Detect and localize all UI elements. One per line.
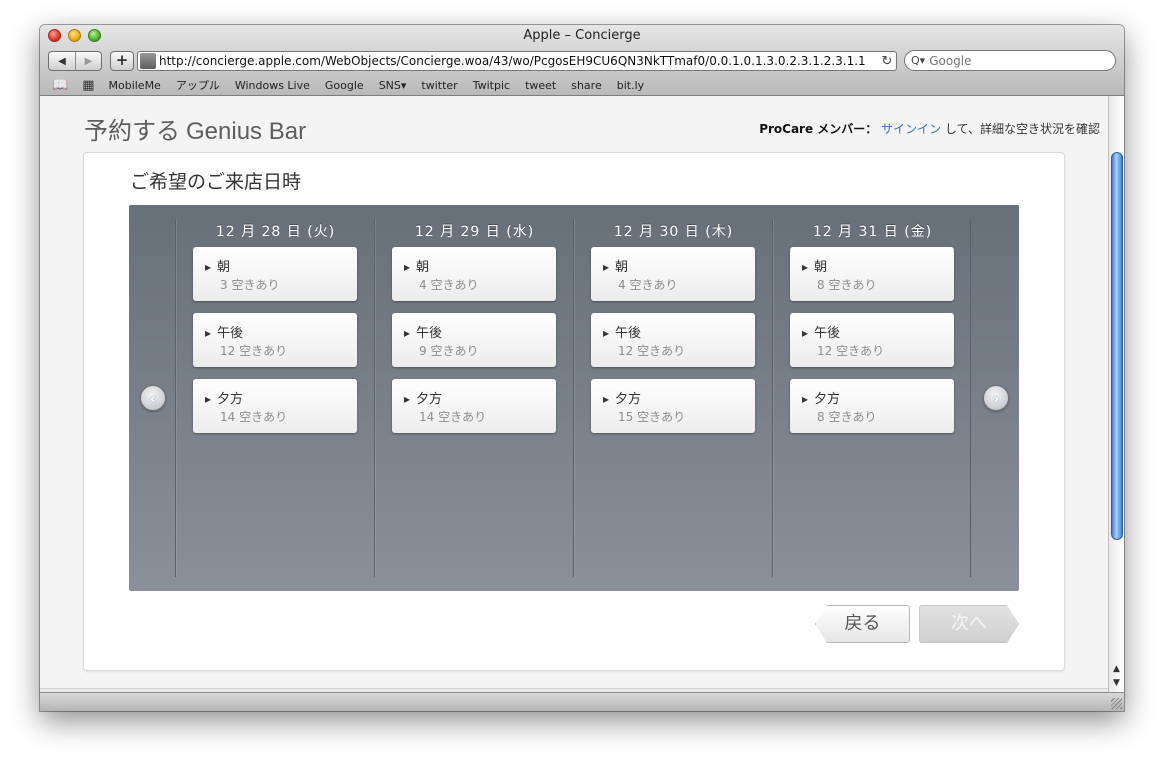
forward-button[interactable]: ▶ bbox=[75, 52, 101, 70]
status-bar bbox=[40, 692, 1124, 711]
bookmark-twitter[interactable]: twitter bbox=[421, 79, 457, 92]
browser-window: Apple – Concierge ◀ ▶ + http://concierge… bbox=[40, 25, 1124, 711]
book-icon[interactable]: 📖 bbox=[52, 78, 68, 93]
search-input[interactable] bbox=[929, 53, 1100, 68]
reservation-card: ご希望のご来店日時 ‹ 12 月 28 日 (火) 朝 3 空きあり 午後 12… bbox=[83, 152, 1065, 671]
time-slot-button[interactable]: 朝 3 空きあり bbox=[193, 247, 357, 301]
day-date: 12 月 29 日 (水) bbox=[414, 224, 535, 240]
slot-availability: 15 空きあり bbox=[618, 410, 686, 424]
bookmark-twitpic[interactable]: Twitpic bbox=[473, 79, 510, 92]
time-slot-button[interactable]: 朝 4 空きあり bbox=[591, 247, 755, 301]
time-slot-button[interactable]: 夕方 8 空きあり bbox=[790, 379, 954, 433]
slot-availability: 8 空きあり bbox=[817, 410, 877, 424]
day-date: 12 月 30 日 (木) bbox=[613, 224, 734, 240]
previous-days-button[interactable]: ‹ bbox=[140, 385, 166, 411]
bookmark-sns-folder[interactable]: SNS▾ bbox=[379, 79, 407, 92]
day-column: 12 月 31 日 (金) 朝 8 空きあり 午後 12 空きあり 夕方 8 空… bbox=[772, 219, 971, 577]
procare-label: ProCare メンバー： bbox=[759, 122, 878, 136]
scroll-down-arrow-icon[interactable]: ▼ bbox=[1109, 676, 1124, 690]
slot-availability: 3 空きあり bbox=[220, 278, 280, 292]
bookmark-google[interactable]: Google bbox=[325, 79, 364, 92]
time-slot-button[interactable]: 午後 12 空きあり bbox=[591, 313, 755, 367]
grid-icon[interactable]: ▦ bbox=[82, 78, 94, 93]
apple-favicon-icon bbox=[140, 53, 156, 69]
address-bar[interactable]: http://concierge.apple.com/WebObjects/Co… bbox=[137, 51, 897, 71]
next-step-button[interactable]: 次へ bbox=[919, 605, 1019, 643]
search-field[interactable]: Q▾ bbox=[904, 50, 1116, 71]
reload-icon[interactable]: ↻ bbox=[878, 54, 896, 69]
history-nav: ◀ ▶ bbox=[48, 51, 102, 71]
slot-name: 朝 bbox=[802, 256, 827, 275]
slot-name: 午後 bbox=[603, 322, 641, 341]
bookmark-bitly[interactable]: bit.ly bbox=[617, 79, 644, 92]
day-column: 12 月 29 日 (水) 朝 4 空きあり 午後 9 空きあり 夕方 14 空… bbox=[374, 219, 573, 577]
bookmark-tweet[interactable]: tweet bbox=[525, 79, 556, 92]
slot-name: 朝 bbox=[603, 256, 628, 275]
back-button[interactable]: ◀ bbox=[49, 52, 75, 70]
slot-name: 夕方 bbox=[404, 388, 442, 407]
slot-name: 午後 bbox=[404, 322, 442, 341]
slot-name: 午後 bbox=[802, 322, 840, 341]
next-days-button[interactable]: › bbox=[983, 385, 1009, 411]
page-title: 予約する Genius Bar bbox=[84, 111, 306, 146]
slot-availability: 12 空きあり bbox=[618, 344, 686, 358]
time-slot-button[interactable]: 朝 8 空きあり bbox=[790, 247, 954, 301]
bookmarks-bar: 📖 ▦ MobileMe アップル Windows Live Google SN… bbox=[40, 75, 1124, 95]
slot-availability: 4 空きあり bbox=[419, 278, 479, 292]
time-slot-button[interactable]: 午後 9 空きあり bbox=[392, 313, 556, 367]
time-slot-button[interactable]: 夕方 14 空きあり bbox=[392, 379, 556, 433]
page-title-subtitle: Genius Bar bbox=[186, 118, 307, 145]
day-column: 12 月 30 日 (木) 朝 4 空きあり 午後 12 空きあり 夕方 15 … bbox=[573, 219, 772, 577]
back-step-button[interactable]: 戻る bbox=[815, 605, 910, 643]
day-date: 12 月 28 日 (火) bbox=[215, 224, 336, 240]
bookmark-share[interactable]: share bbox=[571, 79, 602, 92]
slot-name: 夕方 bbox=[802, 388, 840, 407]
add-bookmark-button[interactable]: + bbox=[110, 51, 134, 71]
slot-name: 朝 bbox=[404, 256, 429, 275]
procare-notice: ProCare メンバー： サインイン して、詳細な空き状況を確認 bbox=[759, 120, 1100, 137]
search-icon[interactable]: Q▾ bbox=[911, 54, 925, 67]
slot-name: 夕方 bbox=[205, 388, 243, 407]
signin-link[interactable]: サインイン bbox=[881, 122, 941, 136]
slot-availability: 12 空きあり bbox=[220, 344, 288, 358]
web-page: 予約する Genius Bar ProCare メンバー： サインイン して、詳細… bbox=[40, 96, 1108, 692]
time-slot-button[interactable]: 朝 4 空きあり bbox=[392, 247, 556, 301]
slot-availability: 9 空きあり bbox=[419, 344, 479, 358]
bookmark-windows-live[interactable]: Windows Live bbox=[235, 79, 310, 92]
time-slot-button[interactable]: 夕方 14 空きあり bbox=[193, 379, 357, 433]
slot-availability: 4 空きあり bbox=[618, 278, 678, 292]
slot-name: 朝 bbox=[205, 256, 230, 275]
procare-suffix: して、詳細な空き状況を確認 bbox=[941, 122, 1100, 136]
time-slot-button[interactable]: 夕方 15 空きあり bbox=[591, 379, 755, 433]
slot-name: 午後 bbox=[205, 322, 243, 341]
scroll-thumb[interactable] bbox=[1111, 152, 1123, 540]
page-title-main: 予約する bbox=[84, 117, 180, 145]
resize-grip-icon[interactable] bbox=[1111, 698, 1122, 709]
time-slot-panel: ‹ 12 月 28 日 (火) 朝 3 空きあり 午後 12 空きあり 夕方 1… bbox=[129, 205, 1019, 591]
slot-availability: 14 空きあり bbox=[419, 410, 487, 424]
time-slot-button[interactable]: 午後 12 空きあり bbox=[790, 313, 954, 367]
browser-toolbar: Apple – Concierge ◀ ▶ + http://concierge… bbox=[40, 25, 1124, 96]
slot-availability: 12 空きあり bbox=[817, 344, 885, 358]
time-slot-button[interactable]: 午後 12 空きあり bbox=[193, 313, 357, 367]
card-heading: ご希望のご来店日時 bbox=[130, 171, 302, 193]
vertical-scrollbar[interactable]: ▲ ▼ bbox=[1108, 96, 1124, 692]
bookmark-mobileme[interactable]: MobileMe bbox=[108, 79, 160, 92]
window-title: Apple – Concierge bbox=[523, 28, 641, 43]
slot-name: 夕方 bbox=[603, 388, 641, 407]
slot-availability: 8 空きあり bbox=[817, 278, 877, 292]
address-text[interactable]: http://concierge.apple.com/WebObjects/Co… bbox=[159, 54, 878, 68]
day-date: 12 月 31 日 (金) bbox=[812, 224, 933, 240]
scroll-up-arrow-icon[interactable]: ▲ bbox=[1109, 662, 1124, 676]
slot-availability: 14 空きあり bbox=[220, 410, 288, 424]
day-column: 12 月 28 日 (火) 朝 3 空きあり 午後 12 空きあり 夕方 14 … bbox=[175, 219, 374, 577]
bookmark-apple[interactable]: アップル bbox=[176, 77, 220, 93]
